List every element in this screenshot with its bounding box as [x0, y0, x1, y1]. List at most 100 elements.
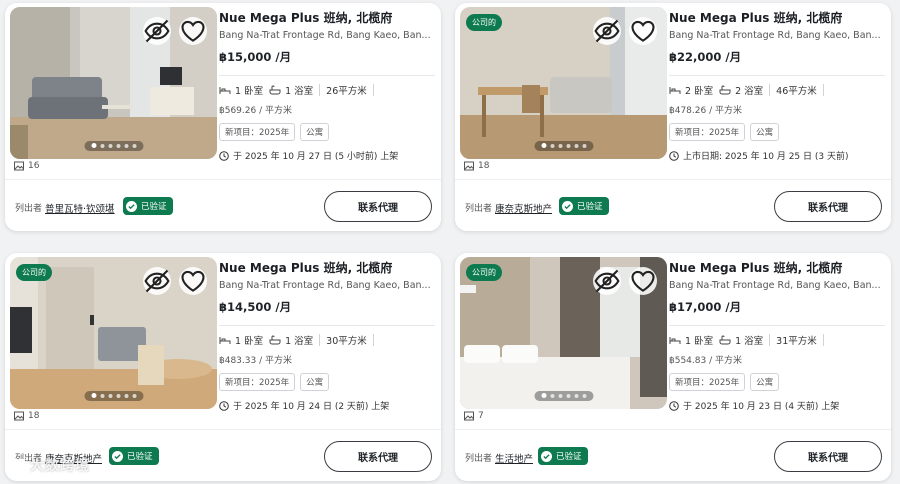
listing-info: Nue Mega Plus 班纳, 北榄府 Bang Na-Trat Front…: [219, 9, 435, 162]
listing-specs: 1 卧室 1 浴室 30平方米: [219, 333, 435, 347]
favorite-button[interactable]: [629, 267, 657, 295]
lister-label: 列出者: [465, 204, 493, 214]
listing-price: ฿14,500 /月: [219, 300, 292, 314]
listing-price: ฿22,000 /月: [669, 50, 742, 64]
bathrooms-value: 1 浴室: [735, 336, 764, 347]
divider: [219, 325, 435, 326]
listing-photo[interactable]: 公司的: [460, 257, 667, 409]
bath-icon: [269, 335, 281, 345]
favorite-button[interactable]: [629, 17, 657, 45]
image-icon: [464, 411, 474, 421]
bathrooms-value: 2 浴室: [735, 86, 764, 97]
lister-name-link[interactable]: 生活地产: [495, 451, 533, 465]
contact-agent-button[interactable]: 联系代理: [324, 441, 432, 472]
heart-icon: [181, 20, 205, 42]
check-icon: [112, 450, 123, 462]
listing-footer: 列出者 康奈克斯地产 已验证 联系代理: [455, 179, 891, 231]
bed-icon: [669, 337, 681, 344]
listing-price: ฿15,000 /月: [219, 50, 292, 64]
favorite-button[interactable]: [179, 17, 207, 45]
listing-specs: 1 卧室 1 浴室 31平方米: [669, 333, 885, 347]
spec-divider: [372, 84, 374, 96]
listing-title[interactable]: Nue Mega Plus 班纳, 北榄府: [669, 259, 885, 276]
spec-divider: [769, 334, 771, 346]
verified-label: 已验证: [127, 452, 153, 462]
bath-icon: [269, 85, 281, 95]
hide-listing-button[interactable]: [143, 267, 171, 295]
hide-listing-button[interactable]: [143, 17, 171, 45]
clock-icon: [219, 400, 229, 411]
listing-title[interactable]: Nue Mega Plus 班纳, 北榄府: [219, 259, 435, 276]
lister-name-link[interactable]: 康奈克斯地产: [495, 201, 552, 215]
verified-label: 已验证: [577, 202, 603, 212]
listing-specs: 1 卧室 1 浴室 26平方米: [219, 83, 435, 97]
listing-address: Bang Na-Trat Frontage Rd, Bang Kaeo, Ban…: [669, 280, 881, 291]
listed-date: 上市日期: 2025 年 10 月 25 日 (3 天前): [669, 149, 885, 162]
listing-grid: 16 Nue Mega Plus 班纳, 北榄府 Bang Na-Trat Fr…: [0, 0, 900, 484]
listing-info: Nue Mega Plus 班纳, 北榄府 Bang Na-Trat Front…: [669, 259, 885, 412]
check-icon: [126, 200, 137, 212]
listed-date-text: 于 2025 年 10 月 23 日 (4 天前) 上架: [683, 402, 840, 412]
listing-tags: 新项目：2025年 公寓: [219, 373, 435, 391]
image-icon: [14, 161, 24, 171]
listing-card[interactable]: 公司的 18 Nue Mega Plus 班纳, 北榄府 Bang Na-Tra…: [455, 3, 891, 231]
spec-divider: [319, 334, 321, 346]
listing-photo[interactable]: 公司的: [460, 7, 667, 159]
bedrooms-value: 2 卧室: [685, 86, 714, 97]
listing-photo[interactable]: [10, 7, 217, 159]
photo-count-value: 18: [478, 161, 490, 171]
listing-tags: 新项目：2025年 公寓: [219, 123, 435, 141]
listing-title[interactable]: Nue Mega Plus 班纳, 北榄府: [669, 9, 885, 26]
listing-title[interactable]: Nue Mega Plus 班纳, 北榄府: [219, 9, 435, 26]
listing-specs: 2 卧室 2 浴室 46平方米: [669, 83, 885, 97]
listed-date: 于 2025 年 10 月 27 日 (5 小时前) 上架: [219, 149, 435, 162]
verified-label: 已验证: [556, 452, 582, 462]
listing-card[interactable]: 16 Nue Mega Plus 班纳, 北榄府 Bang Na-Trat Fr…: [5, 3, 441, 231]
photo-count-value: 18: [28, 411, 40, 421]
listing-card[interactable]: 公司的 7 Nue Mega Plus 班纳, 北榄府 Bang Na-Trat…: [455, 253, 891, 481]
listing-address: Bang Na-Trat Frontage Rd, Bang Kaeo, Ban…: [219, 30, 431, 41]
price-per-sqm: ฿478.26 / 平方米: [669, 106, 742, 116]
listing-footer: 列出者 普里瓦特·钦颂堪 已验证 联系代理: [5, 179, 441, 231]
bathrooms: 1 浴室: [719, 333, 763, 347]
hide-listing-button[interactable]: [593, 267, 621, 295]
lister-name-link[interactable]: 普里瓦特·钦颂堪: [45, 201, 115, 215]
watermark: 大数跨境: [8, 455, 90, 475]
listed-date-text: 于 2025 年 10 月 24 日 (2 天前) 上架: [233, 402, 390, 412]
image-icon: [464, 161, 474, 171]
bath-icon: [719, 85, 731, 95]
photo-count: 7: [464, 411, 484, 421]
verified-badge: 已验证: [538, 447, 588, 465]
tag-property-type: 公寓: [750, 373, 780, 391]
carousel-dots[interactable]: [534, 390, 593, 401]
carousel-dots[interactable]: [84, 140, 143, 151]
contact-agent-button[interactable]: 联系代理: [774, 441, 882, 472]
bedrooms: 1 卧室: [219, 333, 263, 347]
clock-icon: [669, 150, 679, 161]
contact-agent-button[interactable]: 联系代理: [774, 191, 882, 222]
favorite-button[interactable]: [179, 267, 207, 295]
listing-address: Bang Na-Trat Frontage Rd, Bang Kaeo, Ban…: [669, 30, 881, 41]
company-badge: 公司的: [466, 14, 502, 31]
carousel-dots[interactable]: [534, 140, 593, 151]
listing-photo[interactable]: 公司的: [10, 257, 217, 409]
listed-date: 于 2025 年 10 月 24 日 (2 天前) 上架: [219, 399, 435, 412]
lister-label: 列出者: [15, 204, 43, 214]
listing-card[interactable]: 公司的 18 Nue Mega Plus 班纳, 北榄府 Bang Na-Tra…: [5, 253, 441, 481]
area-value: 46平方米: [776, 86, 817, 97]
clock-icon: [219, 150, 229, 161]
hide-listing-button[interactable]: [593, 17, 621, 45]
tag-new-project: 新项目：2025年: [669, 373, 746, 391]
tag-property-type: 公寓: [750, 123, 780, 141]
listing-tags: 新项目：2025年 公寓: [669, 373, 885, 391]
divider: [669, 75, 885, 76]
price-per-sqm: ฿554.83 / 平方米: [669, 356, 742, 366]
contact-agent-button[interactable]: 联系代理: [324, 191, 432, 222]
carousel-dots[interactable]: [84, 390, 143, 401]
heart-icon: [631, 270, 655, 292]
eye-off-icon: [144, 19, 170, 43]
photo-count-value: 7: [478, 411, 484, 421]
clock-icon: [669, 400, 679, 411]
listing-info: Nue Mega Plus 班纳, 北榄府 Bang Na-Trat Front…: [219, 259, 435, 412]
watermark-text: 大数跨境: [30, 458, 90, 474]
